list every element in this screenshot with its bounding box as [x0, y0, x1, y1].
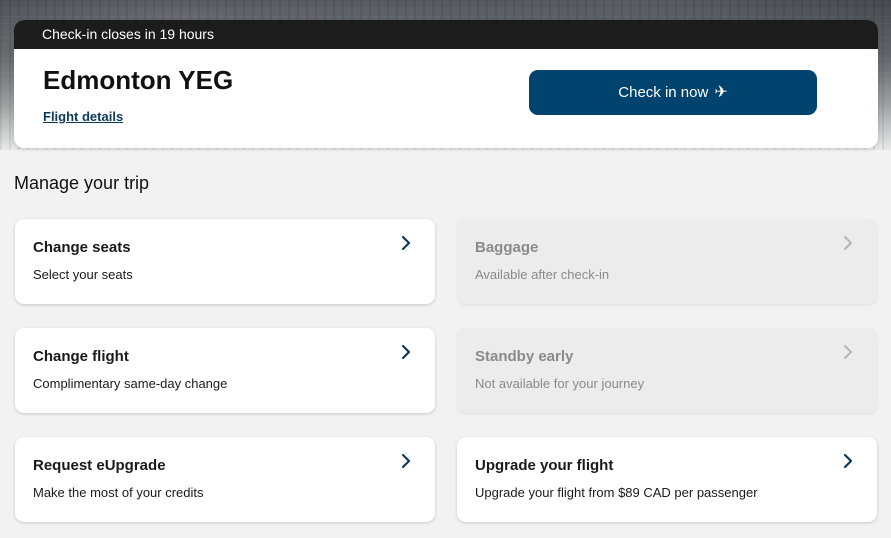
chevron-right-icon: [399, 235, 413, 251]
chevron-right-icon: [841, 344, 855, 360]
tile-title: Change seats: [33, 239, 131, 256]
tile-subtitle: Upgrade your flight from $89 CAD per pas…: [475, 485, 758, 500]
upgrade-flight-tile[interactable]: Upgrade your flight Upgrade your flight …: [457, 437, 877, 522]
airplane-icon: ✈: [714, 83, 728, 101]
checkin-card: Check-in closes in 19 hours Edmonton YEG…: [14, 20, 878, 148]
request-eupgrade-tile[interactable]: Request eUpgrade Make the most of your c…: [15, 437, 435, 522]
standby-early-tile: Standby early Not available for your jou…: [457, 328, 877, 413]
tile-title: Request eUpgrade: [33, 457, 166, 474]
chevron-right-icon: [399, 344, 413, 360]
checkin-deadline-banner: Check-in closes in 19 hours: [14, 20, 878, 49]
baggage-tile: Baggage Available after check-in: [457, 219, 877, 304]
tile-title: Baggage: [475, 239, 539, 256]
manage-trip-heading: Manage your trip: [14, 173, 150, 193]
destination-title: Edmonton YEG: [43, 65, 234, 95]
flight-details-link[interactable]: Flight details: [43, 109, 123, 124]
tile-subtitle: Select your seats: [33, 267, 133, 282]
tile-subtitle: Not available for your journey: [475, 376, 645, 391]
tile-title: Change flight: [33, 348, 129, 365]
change-seats-tile[interactable]: Change seats Select your seats: [15, 219, 435, 304]
check-in-now-button[interactable]: Check in now ✈: [529, 70, 817, 115]
change-flight-tile[interactable]: Change flight Complimentary same-day cha…: [15, 328, 435, 413]
tile-subtitle: Make the most of your credits: [33, 485, 204, 500]
tile-subtitle: Complimentary same-day change: [33, 376, 228, 391]
chevron-right-icon: [841, 235, 855, 251]
tile-title: Standby early: [475, 348, 574, 365]
check-in-button-label: Check in now: [618, 84, 709, 101]
chevron-right-icon: [841, 453, 855, 469]
tile-title: Upgrade your flight: [475, 457, 614, 474]
tile-subtitle: Available after check-in: [475, 267, 610, 282]
chevron-right-icon: [399, 453, 413, 469]
